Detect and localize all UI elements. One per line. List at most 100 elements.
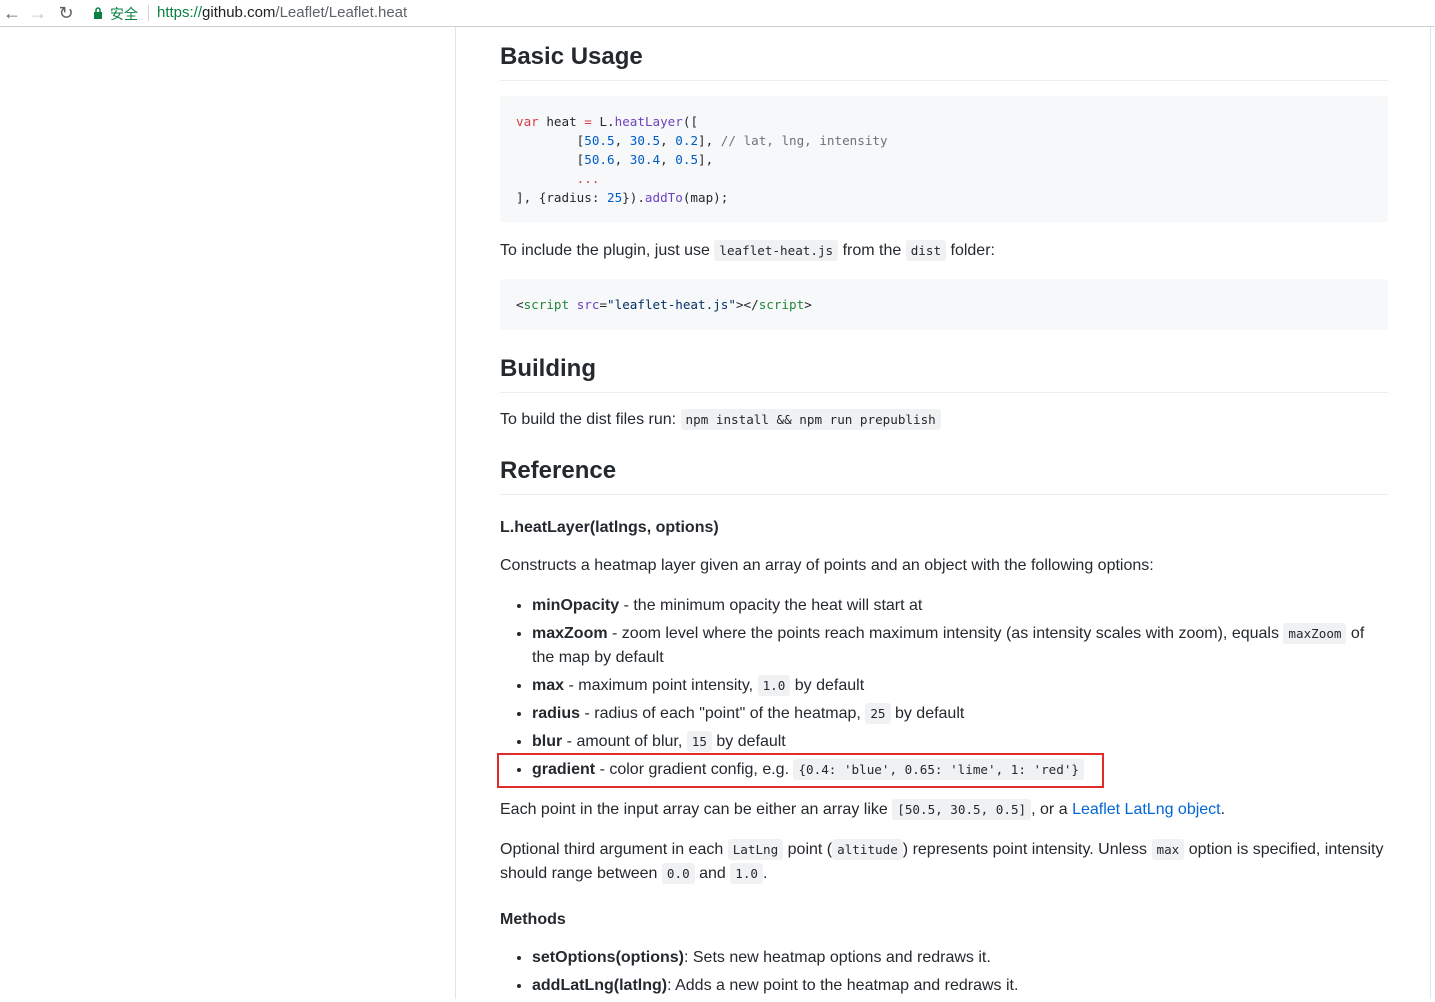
heading-basic-usage: Basic Usage xyxy=(500,42,1388,81)
code-token: [ xyxy=(516,152,585,167)
include-paragraph: To include the plugin, just use leaflet-… xyxy=(500,239,1388,263)
code-token: heatLayer xyxy=(614,114,683,129)
code-token: ></ xyxy=(735,297,759,312)
method-desc: : Adds a new point to the heatmap and re… xyxy=(667,977,1019,994)
right-column-divider xyxy=(1430,27,1431,999)
para-text: ) represents point intensity. Unless xyxy=(902,841,1148,858)
inline-code: 25 xyxy=(865,703,891,724)
code-token: ], xyxy=(698,152,714,167)
method-name: addLatLng(latlng) xyxy=(532,977,668,994)
inline-code: maxZoom xyxy=(1283,623,1347,644)
inline-code: 15 xyxy=(686,731,712,752)
methods-heading: Methods xyxy=(500,911,566,928)
para-text: . xyxy=(1220,801,1226,818)
code-token: ], xyxy=(698,133,721,148)
address-separator xyxy=(148,5,149,21)
method-name: setOptions(options) xyxy=(532,949,684,966)
reload-icon[interactable]: ↻ xyxy=(56,3,76,23)
code-token: < xyxy=(516,297,524,312)
inline-code: npm install && npm run prepublish xyxy=(680,409,941,430)
heading-building: Building xyxy=(500,354,1388,393)
para-text: . xyxy=(763,865,768,882)
include-text: folder: xyxy=(950,242,995,259)
code-token: script xyxy=(758,297,805,312)
option-name: max xyxy=(532,677,565,694)
code-token: ], {radius: xyxy=(516,190,607,205)
code-token: 0.2 xyxy=(675,133,699,148)
para-text: Each point in the input array can be eit… xyxy=(500,801,888,818)
inline-code: 1.0 xyxy=(757,675,791,696)
inline-code: dist xyxy=(905,240,947,261)
forward-arrow-icon[interactable]: → xyxy=(28,3,48,23)
code-token: addTo xyxy=(644,190,683,205)
code-token: 30.4 xyxy=(629,152,661,167)
inline-code: LatLng xyxy=(727,839,784,860)
lock-icon xyxy=(94,7,102,19)
option-item-blur: blur - amount of blur, 15 by default xyxy=(532,730,1388,754)
reference-intro: Constructs a heatmap layer given an arra… xyxy=(500,557,1154,574)
inline-code: [50.5, 30.5, 0.5] xyxy=(892,799,1032,820)
code-token: // lat, lng, intensity xyxy=(720,133,888,148)
code-token: 30.5 xyxy=(629,133,661,148)
code-token: 0.5 xyxy=(675,152,699,167)
optional-paragraph: Optional third argument in each LatLng p… xyxy=(500,838,1388,886)
option-desc: - the minimum opacity the heat will star… xyxy=(619,597,923,614)
para-text: Optional third argument in each xyxy=(500,841,724,858)
include-text: To include the plugin, just use xyxy=(500,242,710,259)
option-name: blur xyxy=(532,733,563,750)
code-token: , xyxy=(660,152,676,167)
para-text: , or a xyxy=(1031,801,1068,818)
option-name: minOpacity xyxy=(532,597,620,614)
code-token: "leaflet-heat.js" xyxy=(607,297,736,312)
browser-toolbar: ← → ↻ 安全 https://github.com/Leaflet/Leaf… xyxy=(0,0,1435,27)
option-item-minopacity: minOpacity - the minimum opacity the hea… xyxy=(532,594,1388,618)
heading-reference: Reference xyxy=(500,456,1388,495)
gradient-highlight-box xyxy=(497,753,1104,788)
code-token: (map); xyxy=(682,190,729,205)
code-block-basic-usage: var heat = L.heatLayer([ [50.5, 30.5, 0.… xyxy=(500,96,1388,222)
inline-code: 0.0 xyxy=(661,863,695,884)
back-arrow-icon[interactable]: ← xyxy=(2,3,22,23)
building-text: To build the dist files run: xyxy=(500,411,677,428)
para-text: point ( xyxy=(787,841,833,858)
method-desc: : Sets new heatmap options and redraws i… xyxy=(683,949,991,966)
code-token: 50.5 xyxy=(584,133,615,148)
inline-code: leaflet-heat.js xyxy=(714,240,839,261)
building-paragraph: To build the dist files run: npm install… xyxy=(500,408,1388,432)
code-token: src xyxy=(576,297,600,312)
option-desc: by default xyxy=(890,705,965,722)
left-column-divider xyxy=(455,27,456,999)
method-item: setOptions(options): Sets new heatmap op… xyxy=(532,946,1388,970)
url-path: /Leaflet/Leaflet.heat xyxy=(275,4,408,21)
code-token: , xyxy=(660,133,676,148)
option-desc: - amount of blur, xyxy=(562,733,687,750)
code-token: [ xyxy=(516,133,585,148)
code-token: 25 xyxy=(607,190,623,205)
option-desc: by default xyxy=(711,733,786,750)
option-item-maxzoom: maxZoom - zoom level where the points re… xyxy=(532,622,1388,670)
code-token: ([ xyxy=(682,114,699,129)
url-host: github.com xyxy=(202,4,276,21)
option-desc: - radius of each "point" of the heatmap, xyxy=(580,705,866,722)
para-text: and xyxy=(699,865,726,882)
code-token: , xyxy=(614,152,630,167)
methods-list: setOptions(options): Sets new heatmap op… xyxy=(500,946,1388,1002)
option-name: radius xyxy=(532,705,581,722)
code-token: script xyxy=(523,297,570,312)
option-desc: by default xyxy=(790,677,865,694)
inline-code: max xyxy=(1151,839,1185,860)
include-text: from the xyxy=(842,242,902,259)
code-token: 50.6 xyxy=(584,152,615,167)
code-token: > xyxy=(804,297,812,312)
secure-label: 安全 xyxy=(110,7,138,23)
option-item-radius: radius - radius of each "point" of the h… xyxy=(532,702,1388,726)
code-block-script-tag: <script src="leaflet-heat.js"></script> xyxy=(500,279,1388,330)
url-text[interactable]: https://github.com/Leaflet/Leaflet.heat xyxy=(157,4,407,21)
leaflet-latlng-link[interactable]: Leaflet LatLng object xyxy=(1072,801,1221,818)
method-item: addLatLng(latlng): Adds a new point to t… xyxy=(532,974,1388,998)
option-desc: - zoom level where the points reach maxi… xyxy=(607,625,1284,642)
code-token: L. xyxy=(599,114,615,129)
inline-code: altitude xyxy=(832,839,903,860)
